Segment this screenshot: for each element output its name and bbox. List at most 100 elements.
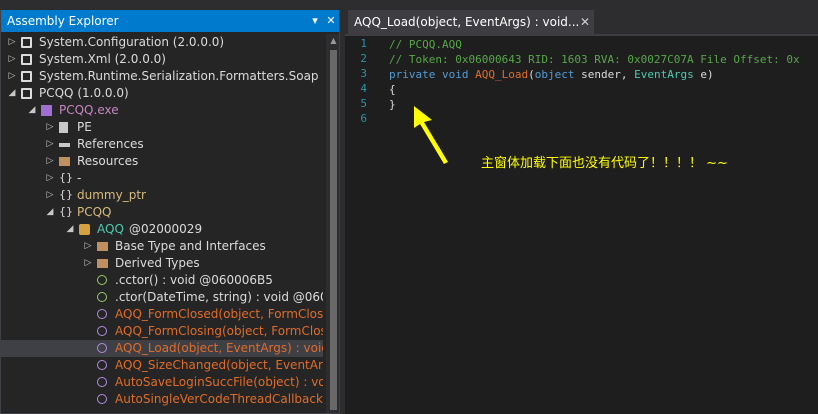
tree-item-label: PCQQ (1.0.0.0) [39, 86, 129, 100]
tree-item-label: AutoSaveLoginSuccFile(object) : voi [115, 375, 323, 389]
expand-arrow-icon[interactable]: ▷ [45, 187, 55, 204]
tree-item[interactable]: ▷ System.Configuration (2.0.0.0) [1, 34, 323, 51]
tree-item[interactable]: AQQ_SizeChanged(object, EventArg [1, 357, 323, 374]
class-icon [79, 224, 90, 235]
tree-item-label: Base Type and Interfaces [115, 239, 266, 253]
param-name: sender [581, 68, 621, 81]
tab-aqq-load[interactable]: AQQ_Load(object, EventArgs) : void... ✕ [348, 10, 594, 34]
expand-arrow-icon[interactable]: ▷ [7, 68, 17, 85]
folder-icon [97, 242, 108, 251]
tree-item-label: Derived Types [115, 256, 200, 270]
tree-item-label: Resources [77, 154, 139, 168]
namespace-icon: {} [59, 188, 73, 201]
assembly-tree: ▷ System.Configuration (2.0.0.0) ▷ System.X… [1, 34, 323, 413]
param-type: EventArgs [634, 68, 694, 81]
tree-item-label: .ctor(DateTime, string) : void @0600 [115, 290, 323, 304]
tree-item[interactable]: .ctor(DateTime, string) : void @0600 [1, 289, 323, 306]
tree-item-label: PCQQ [77, 205, 112, 219]
tree-item-label: .cctor() : void @060006B5 [115, 273, 273, 287]
line-number: 4 [360, 82, 367, 95]
tree-item[interactable]: AQQ_Load(object, EventArgs) : void [1, 340, 323, 357]
code-line-signature: private void AQQ_Load(object sender, Eve… [389, 68, 714, 81]
expand-arrow-icon[interactable]: ▷ [7, 34, 17, 51]
tree-item[interactable]: ▷ Base Type and Interfaces [1, 238, 323, 255]
line-number: 2 [360, 52, 367, 65]
assembly-icon [21, 71, 32, 82]
expand-arrow-icon[interactable]: ▷ [45, 153, 55, 170]
tree-item[interactable]: ▷ {} - [1, 170, 323, 187]
tab-title: AQQ_Load(object, EventArgs) : void... [354, 15, 580, 29]
tree-item-label: AQQ_Load(object, EventArgs) : void [115, 341, 323, 355]
folder-icon [97, 259, 108, 268]
tree-item-label: AQQ_FormClosing(object, FormClos [115, 324, 323, 338]
method-private-icon [97, 360, 107, 370]
tree-item[interactable]: ▷ System.Runtime.Serialization.Formatters… [1, 68, 323, 85]
expand-arrow-icon[interactable]: ▷ [45, 119, 55, 136]
collapse-arrow-icon[interactable]: ◢ [27, 102, 37, 119]
method-private-icon [97, 377, 107, 387]
code-editor: AQQ_Load(object, EventArgs) : void... ✕ … [345, 10, 818, 414]
tree-item-label: AQQ_FormClosed(object, FormClose [115, 307, 323, 321]
namespace-icon: {} [59, 171, 73, 184]
expand-arrow-icon[interactable]: ▷ [45, 136, 55, 153]
keyword-void: void [441, 68, 469, 81]
vertical-scrollbar[interactable]: ▲ [326, 34, 339, 413]
tree-item-label: References [77, 137, 144, 151]
line-number: 6 [360, 112, 367, 125]
folder-icon [59, 157, 70, 166]
line-number: 5 [360, 97, 367, 110]
code-area[interactable]: // PCQQ.AQQ // Token: 0x06000643 RID: 16… [389, 37, 818, 414]
assembly-icon [21, 88, 32, 99]
collapse-arrow-icon[interactable]: ◢ [65, 221, 75, 238]
tree-item[interactable]: ▷ PE [1, 119, 323, 136]
dropdown-icon[interactable]: ▾ [308, 10, 322, 32]
scroll-up-arrow[interactable]: ▲ [326, 36, 339, 45]
tree-item[interactable]: ▷ Resources [1, 153, 323, 170]
tree-item-label: - [77, 171, 82, 185]
method-private-icon [97, 309, 107, 319]
collapse-arrow-icon[interactable]: ◢ [45, 204, 55, 221]
expand-arrow-icon[interactable]: ▷ [45, 170, 55, 187]
tree-item[interactable]: AutoSaveLoginSuccFile(object) : voi [1, 374, 323, 391]
expand-arrow-icon[interactable]: ▷ [83, 238, 93, 255]
tree-item[interactable]: ◢ PCQQ.exe [1, 102, 323, 119]
assembly-explorer-panel: Assembly Explorer ▾ ✕ ▷ System.Configurat… [0, 10, 340, 414]
code-line-token-comment: // Token: 0x06000643 RID: 1603 RVA: 0x00… [389, 53, 800, 66]
tree-item[interactable]: ▷ System.Xml (2.0.0.0) [1, 51, 323, 68]
tree-item[interactable]: ◢ {} PCQQ [1, 204, 323, 221]
tree-item-label: System.Runtime.Serialization.Formatters.… [39, 69, 323, 83]
line-number: 3 [360, 67, 367, 80]
line-number: 1 [360, 37, 367, 50]
tree-item[interactable]: ▷ {} dummy_ptr [1, 187, 323, 204]
tree-item-label: dummy_ptr [77, 188, 146, 202]
assembly-icon [21, 37, 32, 48]
scrollbar-thumb[interactable] [330, 50, 337, 410]
annotation-arrow [414, 106, 448, 164]
code-line-close-brace: } [389, 98, 396, 111]
assembly-icon [21, 54, 32, 65]
method-private-icon [97, 326, 107, 336]
close-panel-icon[interactable]: ✕ [324, 10, 338, 32]
param-type: object [534, 68, 575, 81]
tree-item[interactable]: AutoSingleVerCodeThreadCallback( [1, 391, 323, 408]
tree-item-label: AQQ [97, 222, 124, 236]
code-line-comment: // PCQQ.AQQ [389, 38, 462, 51]
collapse-arrow-icon[interactable]: ◢ [7, 85, 17, 102]
tree-item[interactable]: ◢ PCQQ (1.0.0.0) [1, 85, 323, 102]
line-number-gutter: 1 2 3 4 5 6 [345, 37, 367, 414]
tab-underline [345, 34, 818, 36]
tree-item[interactable]: ▷ Derived Types [1, 255, 323, 272]
tree-item[interactable]: ◢ AQQ @02000029 [1, 221, 323, 238]
keyword-private: private [389, 68, 436, 81]
tree-item[interactable]: .cctor() : void @060006B5 [1, 272, 323, 289]
tree-item-label: PCQQ.exe [59, 103, 119, 117]
expand-arrow-icon[interactable]: ▷ [7, 51, 17, 68]
method-private-icon [97, 343, 107, 353]
tree-item[interactable]: ▷ References [1, 136, 323, 153]
panel-header: Assembly Explorer ▾ ✕ [1, 10, 339, 32]
method-name: AQQ_Load [475, 68, 529, 81]
expand-arrow-icon[interactable]: ▷ [83, 255, 93, 272]
tab-close-icon[interactable]: ✕ [580, 10, 590, 34]
tree-item[interactable]: AQQ_FormClosed(object, FormClose [1, 306, 323, 323]
tree-item[interactable]: AQQ_FormClosing(object, FormClos [1, 323, 323, 340]
